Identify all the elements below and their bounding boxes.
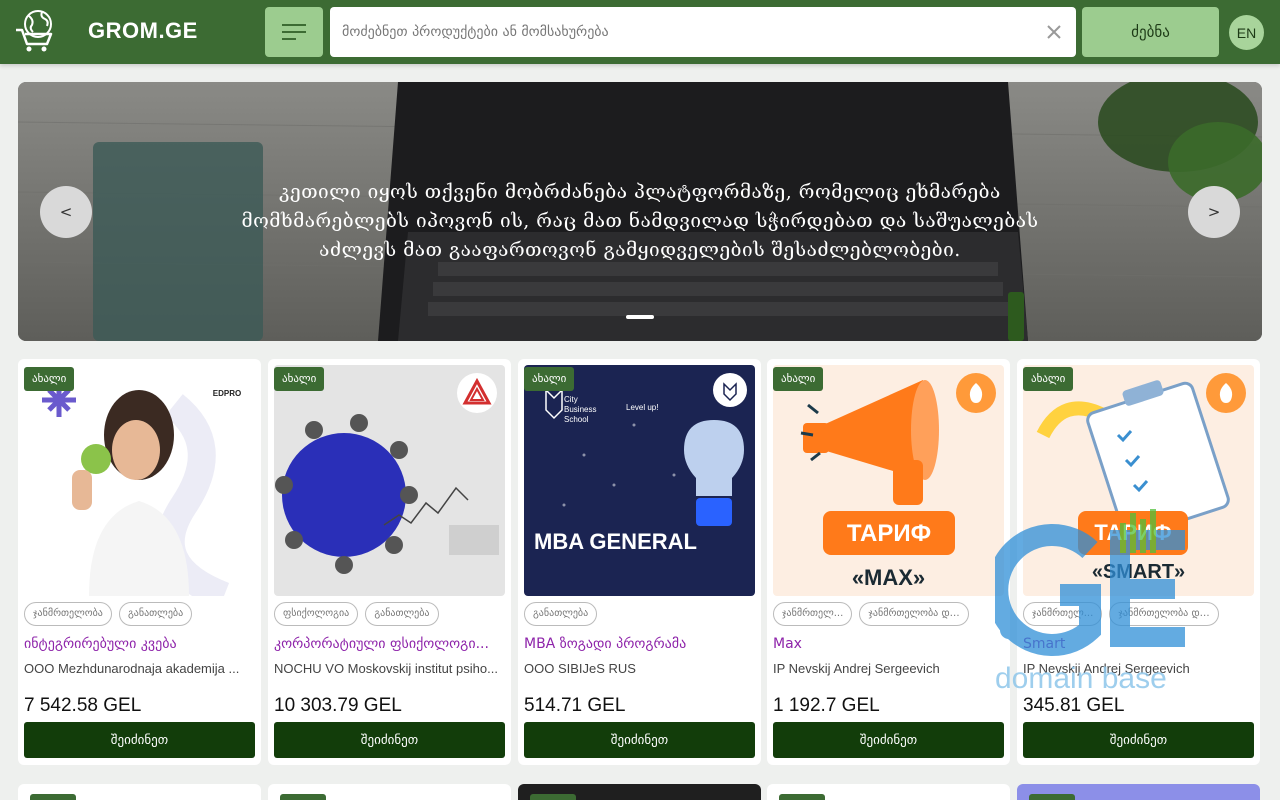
new-badge bbox=[1029, 794, 1075, 800]
product-card[interactable]: EDPRO ახალი ჯანმრთელობა განათლება ინტეგრ… bbox=[18, 359, 261, 765]
tag[interactable]: ჯანმრთელობა და სპორ... bbox=[1109, 602, 1220, 626]
product-title[interactable]: Smart bbox=[1023, 636, 1254, 652]
tag-list: განათლება bbox=[524, 602, 755, 628]
banner-text: კეთილი იყოს თქვენი მობრძანება პლატფორმაზ… bbox=[241, 181, 1039, 261]
buy-button[interactable]: შეიძინეთ bbox=[24, 722, 255, 758]
site-name[interactable]: GROM.GE bbox=[88, 18, 198, 44]
image-title: MBA GENERAL bbox=[534, 529, 697, 554]
image-tariff-label: ТАРИФ bbox=[846, 520, 932, 547]
product-price: 345.81 GEL bbox=[1023, 695, 1125, 716]
brand-logo bbox=[457, 373, 497, 413]
banner-indicator[interactable] bbox=[626, 315, 654, 319]
new-badge: ახალი bbox=[1023, 367, 1074, 391]
hero-banner: კეთილი იყოს თქვენი მობრძანება პლატფორმაზ… bbox=[18, 82, 1262, 341]
image-tagline: Level up! bbox=[626, 403, 659, 412]
tag-list: ჯანმრთელობა განათლება bbox=[24, 602, 255, 628]
tag[interactable]: ფსიქოლოგია bbox=[274, 602, 359, 626]
tag[interactable]: განათლება bbox=[524, 602, 598, 626]
tag[interactable]: ჯანმრთელ... bbox=[1023, 602, 1103, 626]
product-price: 1 192.7 GEL bbox=[773, 695, 880, 716]
menu-button[interactable] bbox=[265, 7, 323, 57]
brand-logo: EDPRO bbox=[207, 373, 247, 413]
image-school-name: City Business School bbox=[564, 395, 597, 424]
search-button[interactable]: ძებნა bbox=[1082, 7, 1219, 57]
buy-button[interactable]: შეიძინეთ bbox=[773, 722, 1004, 758]
product-title[interactable]: Max bbox=[773, 636, 1004, 652]
brand-logo bbox=[1206, 373, 1246, 413]
new-badge bbox=[280, 794, 326, 800]
product-card-peek[interactable] bbox=[518, 784, 761, 800]
buy-button[interactable]: შეიძინეთ bbox=[1023, 722, 1254, 758]
hamburger-icon bbox=[282, 24, 306, 40]
image-tariff-name: «SMART» bbox=[1091, 561, 1186, 583]
product-seller[interactable]: NOCHU VO Moskovskij institut psiho... bbox=[274, 661, 499, 676]
tag-list: ჯანმრთელ... ჯანმრთელობა და სპორ... bbox=[1023, 602, 1254, 628]
product-card[interactable]: ახალი ფსიქოლოგია განათლება კორპორატიული … bbox=[268, 359, 511, 765]
site-header: GROM.GE ძებნა EN bbox=[0, 0, 1280, 64]
tag[interactable]: ჯანმრთელობა და სპორ... bbox=[859, 602, 970, 626]
new-badge: ახალი bbox=[24, 367, 75, 391]
product-seller[interactable]: IP Nevskij Andrej Sergeevich bbox=[1023, 661, 1248, 676]
new-badge: ახალი bbox=[524, 367, 575, 391]
tag-list: ფსიქოლოგია განათლება bbox=[274, 602, 505, 628]
product-title[interactable]: კორპორატიული ფსიქოლოგი... bbox=[274, 636, 505, 652]
tag[interactable]: ჯანმრთელობა bbox=[24, 602, 112, 626]
product-seller[interactable]: IP Nevskij Andrej Sergeevich bbox=[773, 661, 998, 676]
search-input[interactable] bbox=[342, 7, 1032, 57]
product-seller[interactable]: OOO Mezhdunarodnaja akademija ... bbox=[24, 661, 249, 676]
search-box bbox=[330, 7, 1076, 57]
new-badge: ახალი bbox=[274, 367, 325, 391]
tag[interactable]: განათლება bbox=[118, 602, 193, 626]
tag[interactable]: ჯანმრთელ... bbox=[773, 602, 853, 626]
new-badge: ახალი bbox=[773, 367, 824, 391]
new-badge bbox=[779, 794, 825, 800]
banner-prev-button[interactable]: < bbox=[40, 186, 92, 238]
product-title[interactable]: ინტეგრირებული კვება bbox=[24, 636, 255, 652]
image-tariff-label: ТАРИФ bbox=[1094, 520, 1172, 545]
product-price: 7 542.58 GEL bbox=[24, 695, 142, 716]
product-image[interactable]: City Business School Level up! MBA GENER… bbox=[524, 365, 755, 596]
clear-icon[interactable] bbox=[1044, 22, 1064, 42]
banner-next-button[interactable]: > bbox=[1188, 186, 1240, 238]
brand-logo bbox=[713, 373, 747, 407]
product-card[interactable]: ТАРИФ «SMART» ახალი ჯანმრთელ... ჯანმრთელ… bbox=[1017, 359, 1260, 765]
product-card-peek[interactable] bbox=[268, 784, 511, 800]
globe-cart-logo-icon[interactable] bbox=[12, 6, 60, 54]
language-button[interactable]: EN bbox=[1229, 15, 1264, 50]
buy-button[interactable]: შეიძინეთ bbox=[274, 722, 505, 758]
product-image[interactable] bbox=[274, 365, 505, 596]
brand-logo-text: EDPRO bbox=[212, 388, 242, 398]
product-seller[interactable]: OOO SIBIJeS RUS bbox=[524, 661, 749, 676]
product-image[interactable]: ТАРИФ «SMART» bbox=[1023, 365, 1254, 596]
new-badge bbox=[30, 794, 76, 800]
product-image[interactable]: ТАРИФ «MAX» bbox=[773, 365, 1004, 596]
product-card-peek[interactable] bbox=[18, 784, 261, 800]
brand-logo bbox=[956, 373, 996, 413]
image-tariff-name: «MAX» bbox=[851, 565, 926, 590]
product-price: 10 303.79 GEL bbox=[274, 695, 402, 716]
tag-list: ჯანმრთელ... ჯანმრთელობა და სპორ... bbox=[773, 602, 1004, 628]
product-card-peek[interactable] bbox=[1017, 784, 1260, 800]
product-price: 514.71 GEL bbox=[524, 695, 626, 716]
product-image[interactable]: EDPRO bbox=[24, 365, 255, 596]
new-badge bbox=[530, 794, 576, 800]
buy-button[interactable]: შეიძინეთ bbox=[524, 722, 755, 758]
tag[interactable]: განათლება bbox=[365, 602, 439, 626]
product-card[interactable]: ТАРИФ «MAX» ახალი ჯანმრთელ... ჯანმრთელობ… bbox=[767, 359, 1010, 765]
product-card[interactable]: City Business School Level up! MBA GENER… bbox=[518, 359, 761, 765]
product-title[interactable]: MBA ზოგადი პროგრამა bbox=[524, 636, 755, 652]
product-card-peek[interactable] bbox=[767, 784, 1010, 800]
